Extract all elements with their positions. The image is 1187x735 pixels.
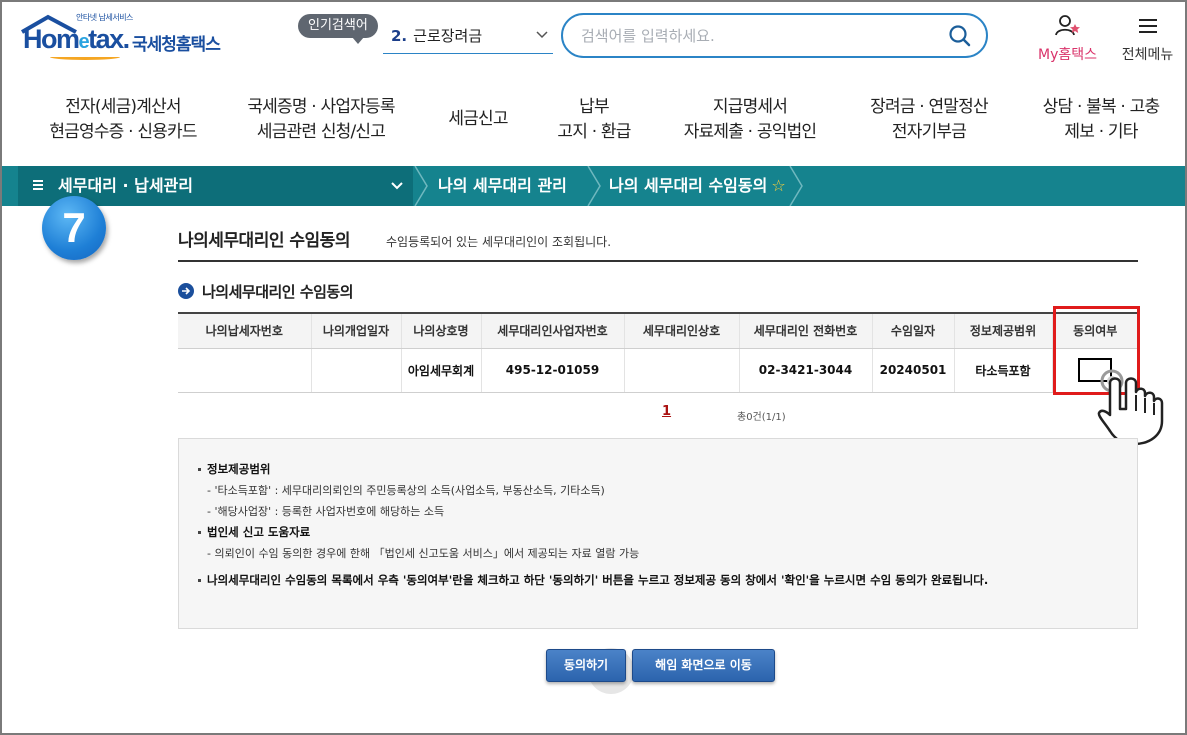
all-menu-button[interactable]: 전체메뉴 [1115, 14, 1180, 64]
chevron-down-icon [391, 182, 403, 190]
chevron-right-icon [587, 166, 601, 206]
logo-korean: 국세청홈택스 [132, 35, 221, 55]
logo-swoosh [50, 54, 120, 60]
cell-scope: 타소득포함 [953, 348, 1052, 393]
col-header: 나의납세자번호 [178, 312, 311, 349]
logo-subtitle: 안타넷 납세서비스 [76, 13, 133, 22]
popular-keyword-select[interactable]: 2. 근로장려금 [383, 20, 553, 54]
gnb-item-payment[interactable]: 납부 고지 · 환급 [544, 95, 644, 145]
breadcrumb-second[interactable]: 나의 세무대리 관리 [438, 166, 567, 206]
section-title: 나의세무대리인 수임동의 [202, 283, 354, 301]
my-hometax-link[interactable]: My홈택스 [1030, 14, 1105, 64]
col-header: 정보제공범위 [953, 312, 1052, 349]
info-heading: 법인세 신고 도움자료 [197, 522, 1119, 543]
search-box [561, 13, 988, 58]
agree-button[interactable]: 동의하기 [546, 649, 626, 682]
col-header: 세무대리인상호 [623, 312, 739, 349]
cell-my-company: 아임세무회계 [400, 348, 481, 393]
breadcrumb-third: 나의 세무대리 수임동의 ☆ [609, 176, 786, 195]
section-arrow-icon [178, 283, 194, 299]
info-note: 나의세무대리인 수임동의 목록에서 우측 '동의여부'란을 체크하고 하단 '동… [197, 570, 1115, 590]
all-menu-label: 전체메뉴 [1121, 47, 1174, 63]
col-header: 수임일자 [871, 312, 954, 349]
chevron-right-icon [414, 166, 428, 206]
global-nav: 전자(세금)계산서 현금영수증 · 신용카드 국세증명 · 사업자등록 세금관련 신… [0, 95, 1187, 150]
cell-taxpayer-no [178, 348, 311, 393]
gnb-item-payment-statement[interactable]: 지급명세서 자료제출 · 공익법인 [670, 95, 830, 145]
logo-wordmark: Hometax. [23, 24, 130, 54]
cell-open-date [310, 348, 401, 393]
info-line: - '타소득포함' : 세무대리의뢰인의 주민등록상의 소득(사업소득, 부동산… [207, 484, 605, 497]
popular-rank: 2. [391, 27, 408, 45]
col-header: 세무대리인사업자번호 [480, 312, 624, 349]
step-number-badge: 7 [42, 196, 106, 260]
gnb-item-certificates[interactable]: 국세증명 · 사업자등록 세금관련 신청/신고 [236, 95, 406, 145]
cell-date: 20240501 [871, 348, 954, 393]
gnb-item-einvoice[interactable]: 전자(세금)계산서 현금영수증 · 신용카드 [38, 95, 208, 145]
gnb-item-tax-filing[interactable]: 세금신고 [438, 107, 518, 132]
popular-keyword: 근로장려금 [413, 27, 483, 45]
gnb-item-consult[interactable]: 상담 · 불복 · 고충 제보 · 기타 [1030, 95, 1172, 145]
star-icon[interactable]: ☆ [771, 176, 785, 195]
table-row: 아임세무회계 495-12-01059 02-3421-3044 2024050… [178, 348, 1138, 393]
title-divider [178, 260, 1138, 262]
chevron-down-icon [536, 31, 548, 39]
search-input[interactable] [581, 23, 941, 49]
hometax-logo[interactable]: 안타넷 납세서비스 Hometax. 국세청홈택스 [20, 12, 235, 62]
info-heading: 정보제공범위 [197, 459, 1119, 480]
col-header: 나의상호명 [400, 312, 481, 349]
col-header: 나의개업일자 [310, 312, 401, 349]
chevron-right-icon [789, 166, 803, 206]
user-star-icon [1054, 15, 1080, 36]
cell-agent-phone: 02-3421-3044 [738, 348, 872, 393]
pagination-page[interactable]: 1 [662, 404, 671, 419]
cell-agent-company [623, 348, 739, 393]
menu-icon [33, 180, 43, 190]
table-header-row: 나의납세자번호 나의개업일자 나의상호명 세무대리인사업자번호 세무대리인상호 … [178, 312, 1138, 349]
breadcrumb: 세무대리 · 납세관리 나의 세무대리 관리 나의 세무대리 수임동의 ☆ [0, 166, 1187, 206]
hamburger-icon [1138, 19, 1157, 33]
pagination-count: 총0건(1/1) [737, 412, 786, 423]
info-box: 정보제공범위 - '타소득포함' : 세무대리의뢰인의 주민등록상의 소득(사업… [178, 438, 1138, 629]
agent-table: 나의납세자번호 나의개업일자 나의상호명 세무대리인사업자번호 세무대리인상호 … [178, 312, 1138, 393]
info-line: - '해당사업장' : 등록한 사업자번호에 해당하는 소득 [207, 505, 445, 518]
search-icon[interactable] [948, 24, 972, 48]
popular-search-badge: 인기검색어 [298, 14, 378, 44]
cell-agent-biz-no: 495-12-01059 [480, 348, 624, 393]
page-title: 나의세무대리인 수임동의 [178, 231, 350, 251]
info-line: - 의뢰인이 수임 동의한 경우에 한해 「법인세 신고도움 서비스」에서 제공… [207, 547, 640, 560]
page-description: 수임등록되어 있는 세무대리인이 조회됩니다. [386, 235, 612, 249]
go-to-dismiss-button[interactable]: 해임 화면으로 이동 [632, 649, 775, 682]
col-header: 세무대리인 전화번호 [738, 312, 872, 349]
gnb-item-incentive[interactable]: 장려금 · 연말정산 전자기부금 [856, 95, 1002, 145]
hand-pointer-icon [1097, 369, 1164, 446]
my-hometax-label: My홈택스 [1037, 47, 1097, 63]
